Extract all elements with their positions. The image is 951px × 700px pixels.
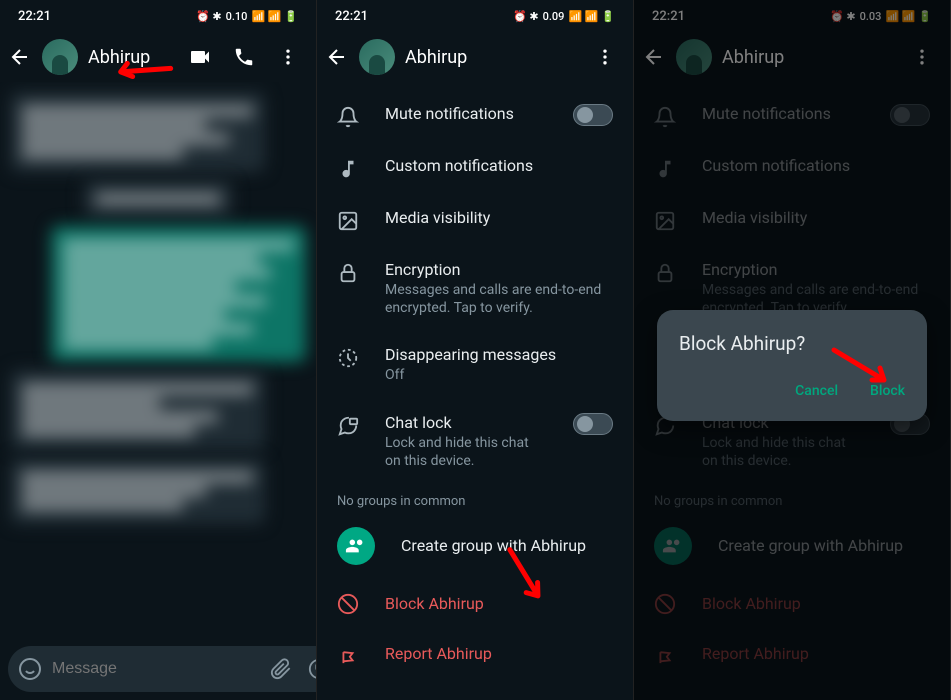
dialog-overlay[interactable]: Block Abhirup? Cancel Block [634, 0, 950, 700]
report-row[interactable]: Report Abhirup [317, 629, 633, 679]
chat-lock-icon [337, 415, 359, 437]
disappearing-row[interactable]: Disappearing messages Off [317, 331, 633, 398]
bell-icon [337, 106, 359, 128]
mute-notifications-row[interactable]: Mute notifications [317, 90, 633, 142]
chat-lock-row[interactable]: Chat lock Lock and hide this chat on this… [317, 399, 633, 484]
group-icon [337, 527, 375, 565]
panel-block-dialog: 22:21 ⏰ ✱ 0.03 📶 📶 🔋 Abhirup Mute notifi… [634, 0, 951, 700]
encryption-title: Encryption [385, 260, 613, 279]
encryption-row[interactable]: Encryption Messages and calls are end-to-… [317, 246, 633, 331]
input-bar: ₹ [8, 646, 308, 692]
panel-contact-info: 22:21 ⏰ ✱ 0.09 📶 📶 🔋 Abhirup Mute notifi… [317, 0, 634, 700]
mute-toggle[interactable] [573, 104, 613, 126]
contact-info-header: Abhirup [317, 32, 633, 82]
timer-icon [337, 347, 359, 369]
settings-list: Mute notifications Custom notifications … [317, 82, 633, 687]
input-icons: ₹ [269, 657, 317, 681]
time: 22:21 [18, 9, 51, 24]
chat-messages[interactable] [0, 82, 316, 640]
time: 22:21 [335, 9, 368, 24]
chatlock-title: Chat lock [385, 413, 547, 432]
status-icons: ⏰ ✱ 0.10 📶 📶 🔋 [196, 10, 298, 23]
mute-title: Mute notifications [385, 104, 547, 123]
overflow-menu-icon[interactable] [593, 45, 617, 69]
report-icon [337, 643, 359, 665]
header-actions [593, 45, 625, 69]
overflow-menu-icon[interactable] [276, 45, 300, 69]
create-group-row[interactable]: Create group with Abhirup [317, 513, 633, 579]
back-button[interactable] [325, 45, 349, 69]
create-group-text: Create group with Abhirup [401, 536, 586, 555]
contact-name: Abhirup [405, 47, 583, 68]
report-text: Report Abhirup [385, 644, 492, 663]
video-call-icon[interactable] [188, 45, 212, 69]
avatar[interactable] [42, 39, 78, 75]
media-visibility-row[interactable]: Media visibility [317, 194, 633, 246]
block-row[interactable]: Block Abhirup [317, 579, 633, 629]
chatlock-sub: Lock and hide this chat on this device. [385, 434, 547, 470]
block-text: Block Abhirup [385, 594, 484, 613]
chatlock-toggle[interactable] [573, 413, 613, 435]
message-input-container: ₹ [8, 646, 317, 692]
message-input[interactable] [52, 660, 259, 678]
header-actions [188, 45, 308, 69]
attach-icon[interactable] [269, 657, 293, 681]
block-icon [337, 593, 359, 615]
voice-call-icon[interactable] [232, 45, 256, 69]
annotation-arrow [824, 340, 894, 394]
status-icons: ⏰ ✱ 0.09 📶 📶 🔋 [513, 10, 615, 23]
note-icon [337, 158, 359, 180]
lock-icon [337, 262, 359, 284]
custom-notifications-row[interactable]: Custom notifications [317, 142, 633, 194]
groups-label: No groups in common [317, 484, 633, 513]
media-title: Media visibility [385, 208, 613, 227]
avatar[interactable] [359, 39, 395, 75]
status-bar: 22:21 ⏰ ✱ 0.10 📶 📶 🔋 [0, 0, 316, 32]
panel-chat: 22:21 ⏰ ✱ 0.10 📶 📶 🔋 Abhirup ₹ [0, 0, 317, 700]
image-icon [337, 210, 359, 232]
custom-title: Custom notifications [385, 156, 613, 175]
disappearing-sub: Off [385, 366, 613, 384]
encryption-sub: Messages and calls are end-to-end encryp… [385, 281, 613, 317]
status-bar: 22:21 ⏰ ✱ 0.09 📶 📶 🔋 [317, 0, 633, 32]
emoji-icon[interactable] [18, 657, 42, 681]
back-button[interactable] [8, 45, 32, 69]
disappearing-title: Disappearing messages [385, 345, 613, 364]
payment-icon[interactable]: ₹ [307, 657, 317, 681]
